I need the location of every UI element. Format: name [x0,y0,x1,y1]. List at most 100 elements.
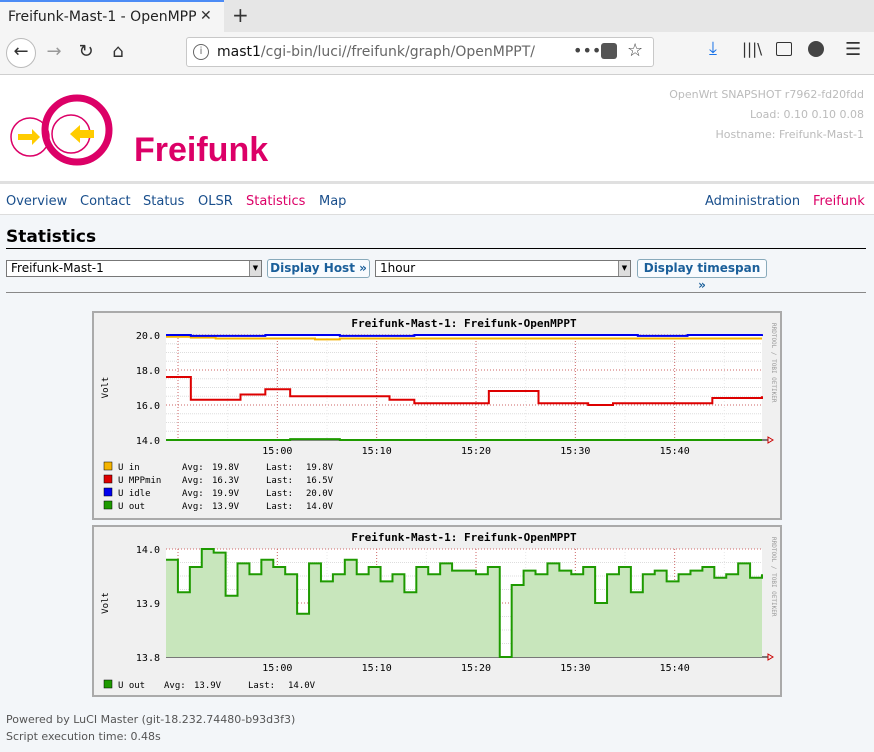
legend-swatch [103,474,113,484]
legend-avg-label: Avg: [182,502,204,512]
menu-freifunk[interactable]: Freifunk [813,194,865,209]
menu-map[interactable]: Map [319,194,346,209]
close-icon[interactable]: ✕ [200,8,212,24]
x-tick-label: 15:40 [660,446,690,457]
brand-title: Freifunk [134,131,269,169]
extension-icon[interactable] [808,41,824,57]
y-tick-label: 14.0 [136,545,160,556]
timespan-select-value: 1hour [380,261,416,275]
forward-arrow-icon[interactable]: → [40,38,68,66]
url-bar[interactable]: i mast1/cgi-bin/luci//freifunk/graph/Ope… [186,37,654,67]
active-tab[interactable]: Freifunk-Mast-1 - OpenMPPT ✕ [0,0,224,32]
legend-last-label: Last: [266,489,293,499]
menu-contact[interactable]: Contact [80,194,131,209]
download-icon[interactable]: ⤓ [709,38,717,59]
info-icon[interactable]: i [193,44,209,60]
system-info: OpenWrt SNAPSHOT r7962-fd20fdd Load: 0.1… [669,85,864,145]
legend-last: 14.0V [306,502,334,512]
y-tick-label: 16.0 [136,401,160,412]
footer-powered-by: Powered by LuCI Master (git-18.232.74480… [6,713,296,726]
legend-swatch [103,487,113,497]
legend-avg: 13.9V [194,681,222,691]
x-tick-label: 15:40 [660,663,690,674]
display-host-button[interactable]: Display Host » [267,259,370,278]
legend-name: U out [118,502,145,512]
legend-avg-label: Avg: [182,463,204,473]
url-path: /cgi-bin/luci//freifunk/graph/OpenMPPT/ [260,44,536,60]
x-tick-label: 15:10 [362,663,392,674]
new-tab-button[interactable]: + [232,3,249,27]
bookmark-star-icon[interactable]: ☆ [627,40,643,61]
url-text[interactable]: mast1/cgi-bin/luci//freifunk/graph/OpenM… [217,44,535,60]
pocket-icon[interactable] [601,43,617,59]
chart-title: Freifunk-Mast-1: Freifunk-OpenMPPT [351,317,577,330]
y-axis-label: Volt [101,592,111,614]
system-load: Load: 0.10 0.10 0.08 [749,108,864,121]
system-hostname: Hostname: Freifunk-Mast-1 [715,128,864,141]
tab-title: Freifunk-Mast-1 - OpenMPPT [8,9,196,25]
legend-last: 19.8V [306,463,334,473]
chevron-down-icon[interactable]: ▼ [618,261,630,276]
x-tick-label: 15:00 [262,446,292,457]
x-tick-label: 15:20 [461,663,491,674]
y-tick-label: 13.9 [136,599,160,610]
menu-status[interactable]: Status [143,194,184,209]
menu-olsr[interactable]: OLSR [198,194,233,209]
voltage-graph-1: Freifunk-Mast-1: Freifunk-OpenMPPT Volt RR… [92,311,782,520]
legend-last: 20.0V [306,489,334,499]
menu-administration[interactable]: Administration [705,194,800,209]
y-axis-label: Volt [101,377,111,399]
legend-swatch [103,500,113,510]
legend-swatch [103,679,113,689]
x-tick-label: 15:30 [560,446,590,457]
library-icon[interactable]: |||\ [742,40,762,58]
legend-last-label: Last: [266,463,293,473]
legend-avg: 13.9V [212,502,240,512]
y-tick-label: 14.0 [136,436,160,447]
legend-avg-label: Avg: [182,489,204,499]
legend-name: U idle [118,489,151,499]
legend-avg: 16.3V [212,476,240,486]
freifunk-logo-icon[interactable] [10,90,120,170]
main-content: Statistics Freifunk-Mast-1 ▼ Display Hos… [0,215,874,752]
x-tick-label: 15:30 [560,663,590,674]
series-line-2 [166,334,763,337]
page-title: Statistics [6,227,97,247]
series-line-3 [166,438,762,441]
page-header: Freifunk OpenWrt SNAPSHOT r7962-fd20fdd … [0,75,874,184]
host-select-value: Freifunk-Mast-1 [11,261,104,275]
chevron-down-icon[interactable]: ▼ [249,261,261,276]
legend-avg: 19.8V [212,463,240,473]
navigation-bar: ← → ↻ ⌂ i mast1/cgi-bin/luci//freifunk/g… [0,32,874,75]
timespan-select[interactable]: 1hour ▼ [375,260,631,277]
legend-last-label: Last: [248,681,275,691]
legend-name: U in [118,463,140,473]
footer-exec-time: Script execution time: 0.48s [6,730,161,743]
rrdtool-watermark: RRDTOOL / TOBI OETIKER [770,323,777,403]
page-actions-icon[interactable]: ••• [573,41,601,60]
y-tick-label: 20.0 [136,331,160,342]
legend-last: 16.5V [306,476,334,486]
legend-last-label: Last: [266,476,293,486]
url-host: mast1 [217,44,261,60]
menu-overview[interactable]: Overview [6,194,67,209]
x-tick-label: 15:10 [362,446,392,457]
chart-1-svg: Freifunk-Mast-1: Freifunk-OpenMPPT Volt RR… [101,317,777,512]
back-arrow-icon[interactable]: ← [6,38,36,68]
section-divider [6,292,866,293]
legend-avg: 19.9V [212,489,240,499]
x-tick-label: 15:20 [461,446,491,457]
legend-name: U out [118,681,145,691]
legend-avg-label: Avg: [164,681,186,691]
display-timespan-button[interactable]: Display timespan » [637,259,767,292]
reload-icon[interactable]: ↻ [72,38,100,66]
title-divider [6,248,866,249]
host-select[interactable]: Freifunk-Mast-1 ▼ [6,260,262,277]
home-icon[interactable]: ⌂ [104,38,132,66]
sidebar-icon[interactable] [776,42,792,56]
menu-statistics[interactable]: Statistics [246,194,305,209]
chart-2-svg: Freifunk-Mast-1: Freifunk-OpenMPPT Volt RR… [101,531,777,691]
hamburger-menu-icon[interactable]: ☰ [845,39,861,60]
x-tick-label: 15:00 [262,663,292,674]
chart-title: Freifunk-Mast-1: Freifunk-OpenMPPT [351,531,577,544]
